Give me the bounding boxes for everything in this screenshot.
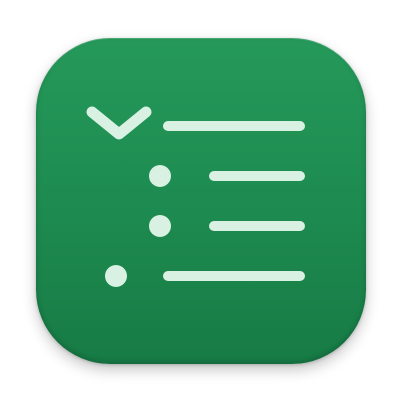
outline-list-glyph	[86, 106, 305, 287]
canvas	[0, 0, 400, 400]
bullet-icon	[149, 165, 171, 187]
outline-row-3	[149, 215, 305, 237]
bullet-icon	[149, 215, 171, 237]
chevron-down-icon	[86, 106, 152, 140]
outline-row-4	[105, 265, 305, 287]
bullet-icon	[105, 265, 127, 287]
outline-row-1	[86, 106, 305, 140]
outline-row-2	[149, 165, 305, 187]
